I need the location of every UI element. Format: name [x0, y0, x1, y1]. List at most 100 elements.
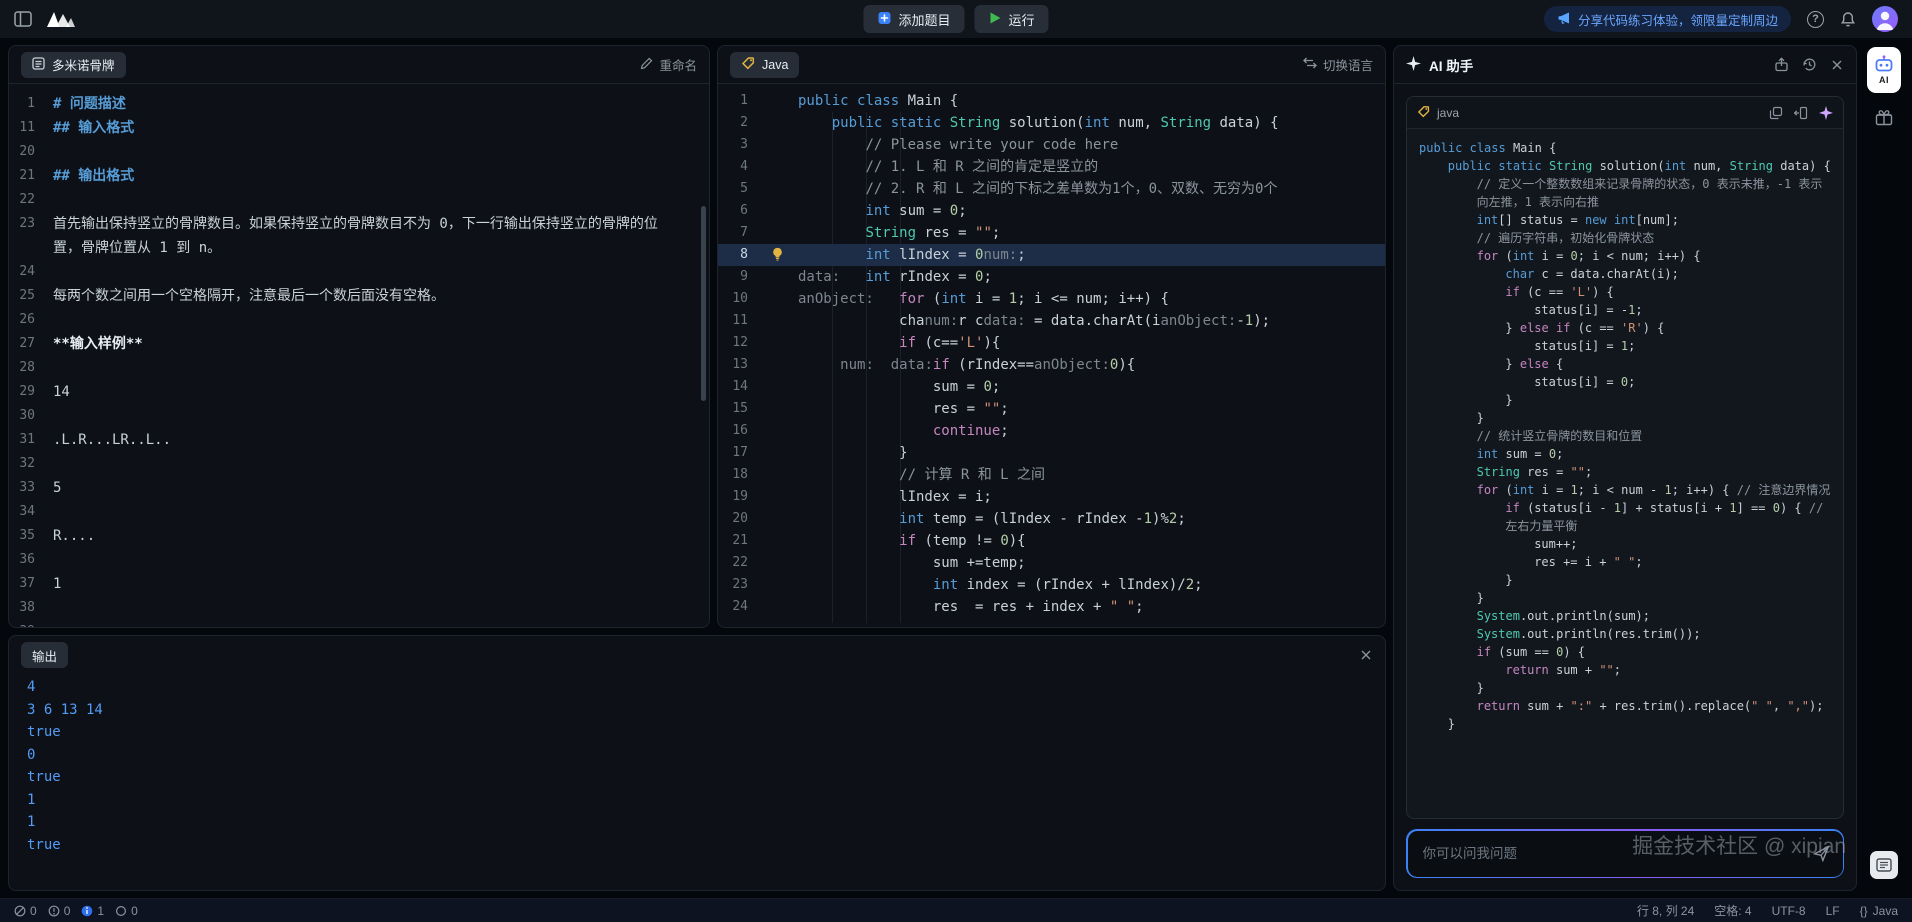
markdown-line: 335	[9, 476, 709, 500]
code-line[interactable]: 11 chanum:r cdata: = data.charAt(ianObje…	[718, 310, 1385, 332]
dot-indicator[interactable]: 0	[115, 904, 138, 918]
markdown-line: 38	[9, 596, 709, 620]
output-line: true	[27, 721, 1367, 744]
code-line[interactable]: 9data: int rIndex = 0;	[718, 266, 1385, 288]
ai-question-input[interactable]	[1421, 845, 1805, 862]
ai-code-card: java public class Main {pub	[1406, 96, 1844, 819]
ai-code-line: public static String solution(int num, S…	[1419, 157, 1831, 175]
ai-code-line: status[i] = 0;	[1419, 373, 1831, 391]
code-line[interactable]: 24 res = res + index + " ";	[718, 596, 1385, 618]
language-tab[interactable]: Java	[730, 52, 799, 78]
code-line[interactable]: 5 // 2. R 和 L 之间的下标之差单数为1个，0、双数、无穷为0个	[718, 178, 1385, 200]
insert-code-icon[interactable]	[1794, 106, 1808, 120]
problem-title-chip[interactable]: 多米诺骨牌	[21, 52, 126, 78]
export-icon[interactable]	[1774, 57, 1789, 72]
code-line[interactable]: 23 int index = (rIndex + lIndex)/2;	[718, 574, 1385, 596]
markdown-line: 21## 输出格式	[9, 164, 709, 188]
encoding[interactable]: UTF-8	[1772, 904, 1806, 918]
bell-icon[interactable]	[1840, 11, 1856, 28]
ai-code-line: status[i] = 1;	[1419, 337, 1831, 355]
cursor-position[interactable]: 行 8, 列 24	[1637, 902, 1694, 919]
send-icon[interactable]	[1813, 845, 1830, 862]
ai-input-box	[1408, 831, 1843, 877]
ai-close-icon[interactable]	[1830, 58, 1844, 72]
code-line[interactable]: 2 public static String solution(int num,…	[718, 112, 1385, 134]
magic-wand-icon[interactable]	[1819, 106, 1833, 120]
rewards-gift-icon[interactable]	[1874, 107, 1894, 130]
problem-title: 多米诺骨牌	[52, 55, 115, 74]
ai-code-line: // 统计竖立骨牌的数目和位置	[1419, 427, 1831, 445]
code-line[interactable]: 6 int sum = 0;	[718, 200, 1385, 222]
ai-code-line: status[i] = -1;	[1419, 301, 1831, 319]
list-icon	[32, 57, 45, 73]
copy-icon[interactable]	[1769, 106, 1783, 120]
avatar[interactable]	[1872, 6, 1898, 32]
output-panel-header: 输出	[9, 636, 1385, 674]
code-line[interactable]: 15 res = "";	[718, 398, 1385, 420]
code-line[interactable]: 19 lIndex = i;	[718, 486, 1385, 508]
markdown-line: 23首先输出保持竖立的骨牌数目。如果保持竖立的骨牌数目不为 0，下一行输出保持竖…	[9, 212, 709, 260]
code-line[interactable]: 20 int temp = (lIndex - rIndex -1)%2;	[718, 508, 1385, 530]
code-line[interactable]: 8 int lIndex = 0num:;	[718, 244, 1385, 266]
problem-scrollbar[interactable]	[701, 206, 706, 401]
ai-code-line: // 遍历字符串，初始化骨牌状态	[1419, 229, 1831, 247]
code-line[interactable]: 14 sum = 0;	[718, 376, 1385, 398]
dock-panel-button[interactable]	[1870, 851, 1898, 879]
problem-lines[interactable]: 1# 问题描述11## 输入格式2021## 输出格式2223首先输出保持竖立的…	[9, 84, 709, 627]
output-close-icon[interactable]	[1359, 648, 1373, 662]
code-line[interactable]: 4 // 1. L 和 R 之间的肯定是竖立的	[718, 156, 1385, 178]
code-line[interactable]: 13 num: data:if (rIndex==anObject:0){	[718, 354, 1385, 376]
add-problem-button[interactable]: 添加题目	[863, 5, 964, 33]
code-line[interactable]: 12 if (c=='L'){	[718, 332, 1385, 354]
rename-button[interactable]: 重命名	[640, 55, 697, 74]
switch-language-button[interactable]: 切换语言	[1303, 55, 1373, 74]
code-line[interactable]: 1public class Main {	[718, 90, 1385, 112]
run-label: 运行	[1009, 10, 1035, 29]
eol-setting[interactable]: LF	[1826, 904, 1840, 918]
ai-assistant-toggle-button[interactable]: AI	[1867, 47, 1901, 93]
code-line[interactable]: 10anObject: for (int i = 1; i <= num; i+…	[718, 288, 1385, 310]
markdown-line: 32	[9, 452, 709, 476]
ai-code-line: for (int i = 0; i < num; i++) {	[1419, 247, 1831, 265]
promo-banner[interactable]: 分享代码练习体验，领限量定制周边	[1544, 6, 1791, 32]
ai-input-border	[1406, 829, 1844, 878]
code-line[interactable]: 22 sum +=temp;	[718, 552, 1385, 574]
sparkle-icon	[1406, 56, 1421, 74]
editor-panel: Java 切换语言 1public class Main	[717, 45, 1386, 628]
editor-lines[interactable]: 1public class Main {2 public static Stri…	[718, 84, 1385, 627]
sidebar-toggle-icon[interactable]	[14, 11, 32, 27]
java-tag-icon	[1417, 105, 1430, 121]
add-problem-label: 添加题目	[898, 10, 950, 29]
ai-code-line: } else {	[1419, 355, 1831, 373]
run-button[interactable]: 运行	[975, 5, 1049, 33]
ai-code-line: int[] status = new int[num];	[1419, 211, 1831, 229]
markdown-line: 34	[9, 500, 709, 524]
ai-panel-title: AI 助手	[1429, 55, 1473, 75]
main-area: 多米诺骨牌 重命名 1# 问题描述11## 输入格式2021## 输出格式222…	[0, 38, 1912, 898]
app-logo-icon[interactable]	[46, 10, 76, 28]
ai-code-lines[interactable]: public class Main {public static String …	[1407, 129, 1843, 818]
warning-indicator[interactable]: 0	[48, 904, 71, 918]
help-icon[interactable]: ?	[1807, 11, 1824, 28]
markdown-line: 11## 输入格式	[9, 116, 709, 140]
code-line[interactable]: 18 // 计算 R 和 L 之间	[718, 464, 1385, 486]
ai-toggle-label: AI	[1879, 75, 1889, 85]
error-indicator[interactable]: 0	[14, 904, 37, 918]
info-indicator[interactable]: 1	[81, 904, 104, 918]
indent-setting[interactable]: 空格: 4	[1714, 902, 1751, 919]
code-line[interactable]: 16 continue;	[718, 420, 1385, 442]
markdown-line: 20	[9, 140, 709, 164]
language-mode[interactable]: {} Java	[1860, 904, 1898, 918]
code-line[interactable]: 21 if (temp != 0){	[718, 530, 1385, 552]
ai-code-line: }	[1419, 715, 1831, 733]
markdown-line: 28	[9, 356, 709, 380]
output-tab[interactable]: 输出	[21, 642, 68, 668]
problem-indicators: 0010	[14, 904, 138, 918]
code-line[interactable]: 7 String res = "";	[718, 222, 1385, 244]
ai-code-line: System.out.println(sum);	[1419, 607, 1831, 625]
code-line[interactable]: 3 // Please write your code here	[718, 134, 1385, 156]
history-icon[interactable]	[1802, 57, 1817, 72]
java-tag-icon	[741, 56, 755, 73]
ai-code-line: System.out.println(res.trim());	[1419, 625, 1831, 643]
code-line[interactable]: 17 }	[718, 442, 1385, 464]
